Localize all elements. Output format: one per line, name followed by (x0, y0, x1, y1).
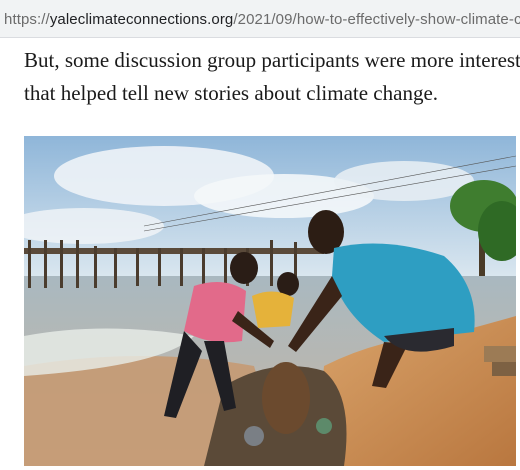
article-line-2: that helped tell new stories about clima… (24, 81, 439, 105)
url-scheme: https:// (4, 11, 50, 28)
article-line-1: But, some discussion group participants … (24, 48, 520, 72)
photo-illustration (24, 136, 516, 466)
url-text[interactable]: https://yaleclimateconnections.org/2021/… (4, 11, 520, 28)
article-paragraph: But, some discussion group participants … (24, 44, 520, 110)
url-domain: yaleclimateconnections.org (49, 11, 234, 28)
address-bar[interactable]: https://yaleclimateconnections.org/2021/… (0, 0, 520, 38)
article-photo (24, 136, 516, 466)
url-path: /2021/09/how-to-effectively-show-climate… (233, 11, 520, 28)
